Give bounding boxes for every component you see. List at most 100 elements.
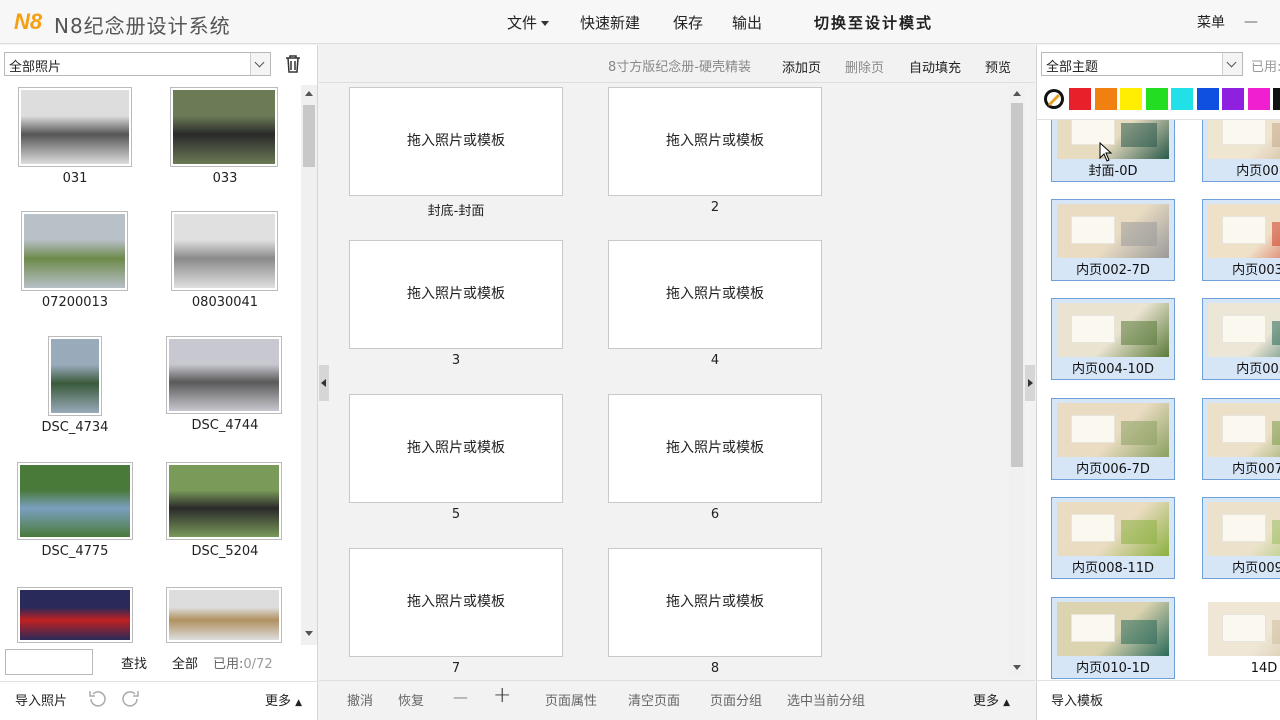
photo-item[interactable]: 031 bbox=[0, 87, 150, 207]
color-swatch[interactable] bbox=[1273, 88, 1280, 110]
left-more-button[interactable]: 更多 ▲ bbox=[265, 690, 302, 709]
page-scrollbar[interactable] bbox=[1009, 85, 1025, 677]
page-drop-zone[interactable]: 拖入照片或模板 bbox=[608, 240, 822, 349]
page-drop-zone[interactable]: 拖入照片或模板 bbox=[349, 87, 563, 196]
page-drop-zone[interactable]: 拖入照片或模板 bbox=[608, 394, 822, 503]
theme-filter-select[interactable]: 全部主题 bbox=[1041, 52, 1243, 76]
photo-item[interactable]: 07200013 bbox=[0, 211, 150, 331]
minimize-button[interactable]: — bbox=[1244, 14, 1258, 30]
scroll-down-icon[interactable] bbox=[1013, 665, 1021, 670]
photo-thumbnail[interactable] bbox=[171, 211, 278, 291]
chevron-down-icon[interactable] bbox=[1222, 53, 1242, 75]
collapse-right-handle[interactable] bbox=[1025, 365, 1035, 401]
center-more-button[interactable]: 更多 ▲ bbox=[973, 690, 1010, 709]
color-swatch[interactable] bbox=[1145, 88, 1168, 110]
chevron-down-icon[interactable] bbox=[250, 53, 270, 75]
photo-scrollbar[interactable] bbox=[301, 85, 317, 645]
template-item[interactable]: 内页006-7D bbox=[1051, 398, 1175, 480]
file-menu[interactable]: 文件 bbox=[507, 12, 550, 33]
template-item[interactable]: 14D bbox=[1202, 597, 1280, 679]
photo-thumbnail[interactable] bbox=[17, 587, 133, 643]
photo-thumbnail[interactable] bbox=[18, 87, 132, 167]
template-photo-slot bbox=[1272, 620, 1280, 644]
photo-thumbnail[interactable] bbox=[166, 336, 282, 414]
rotate-right-icon[interactable] bbox=[121, 689, 141, 709]
template-item[interactable]: 内页010-1D bbox=[1051, 597, 1175, 679]
template-preview bbox=[1208, 120, 1280, 159]
photo-filter-select[interactable]: 全部照片 bbox=[4, 52, 271, 76]
template-item[interactable]: 内页003-1 bbox=[1202, 199, 1280, 281]
color-swatch[interactable] bbox=[1222, 88, 1244, 110]
photo-search-input[interactable] bbox=[5, 649, 93, 675]
scrollbar-thumb[interactable] bbox=[1011, 103, 1023, 467]
photo-item[interactable]: DSC_4744 bbox=[150, 336, 300, 456]
delete-page-button[interactable]: 删除页 bbox=[845, 57, 884, 76]
save-menu[interactable]: 保存 bbox=[673, 12, 703, 33]
photo-thumbnail[interactable] bbox=[48, 336, 102, 416]
quick-new-menu[interactable]: 快速新建 bbox=[580, 12, 640, 33]
page-drop-zone[interactable]: 拖入照片或模板 bbox=[349, 240, 563, 349]
select-current-group-button[interactable]: 选中当前分组 bbox=[787, 690, 865, 709]
page-drop-zone[interactable]: 拖入照片或模板 bbox=[349, 394, 563, 503]
color-swatch[interactable] bbox=[1171, 88, 1193, 110]
auto-fill-button[interactable]: 自动填充 bbox=[909, 57, 961, 76]
zoom-out-button[interactable]: — bbox=[453, 688, 468, 706]
preview-button[interactable]: 预览 bbox=[985, 57, 1011, 76]
page-group-button[interactable]: 页面分组 bbox=[710, 690, 762, 709]
scroll-up-icon[interactable] bbox=[305, 91, 313, 96]
photo-item[interactable]: 033 bbox=[150, 87, 300, 207]
template-item[interactable]: 内页009-1 bbox=[1202, 497, 1280, 579]
page-drop-zone[interactable]: 拖入照片或模板 bbox=[349, 548, 563, 657]
trash-icon[interactable] bbox=[284, 54, 302, 74]
color-swatch[interactable] bbox=[1069, 88, 1091, 110]
switch-design-mode-button[interactable]: 切换至设计模式 bbox=[814, 12, 933, 33]
import-templates-button[interactable]: 导入模板 bbox=[1051, 690, 1103, 709]
rotate-left-icon[interactable] bbox=[87, 689, 107, 709]
photo-item[interactable]: DSC_4775 bbox=[0, 462, 150, 582]
color-swatch[interactable] bbox=[1094, 88, 1117, 110]
template-preview bbox=[1208, 502, 1280, 556]
photo-item[interactable]: 08030041 bbox=[150, 211, 300, 331]
template-item[interactable]: 内页007-1 bbox=[1202, 398, 1280, 480]
template-item[interactable]: 内页008-11D bbox=[1051, 497, 1175, 579]
template-item[interactable]: 内页005- bbox=[1202, 298, 1280, 380]
caret-up-icon: ▲ bbox=[1003, 698, 1011, 708]
photo-thumbnail[interactable] bbox=[166, 462, 282, 540]
page-properties-button[interactable]: 页面属性 bbox=[545, 690, 597, 709]
theme-filter-value: 全部主题 bbox=[1046, 60, 1099, 75]
color-swatch[interactable] bbox=[1196, 88, 1219, 110]
template-item[interactable]: 内页002-7D bbox=[1051, 199, 1175, 281]
photo-item[interactable]: DSC_5204 bbox=[150, 462, 300, 582]
photo-thumbnail[interactable] bbox=[166, 587, 282, 643]
main-menu-button[interactable]: 菜单 bbox=[1197, 12, 1225, 32]
redo-button[interactable]: 恢复 bbox=[398, 690, 424, 709]
color-swatch[interactable] bbox=[1247, 88, 1270, 110]
page-drop-zone[interactable]: 拖入照片或模板 bbox=[608, 548, 822, 657]
zoom-in-button[interactable]: + bbox=[493, 683, 511, 708]
photo-item[interactable] bbox=[150, 587, 300, 707]
color-swatch[interactable] bbox=[1120, 88, 1142, 110]
scrollbar-thumb[interactable] bbox=[303, 105, 315, 167]
show-all-button[interactable]: 全部 bbox=[172, 653, 198, 672]
export-menu[interactable]: 输出 bbox=[732, 12, 762, 33]
photo-thumbnail[interactable] bbox=[21, 211, 128, 291]
template-preview bbox=[1057, 502, 1169, 556]
scroll-up-icon[interactable] bbox=[1013, 91, 1021, 96]
import-photos-button[interactable]: 导入照片 bbox=[15, 690, 67, 709]
template-preview bbox=[1057, 204, 1169, 258]
add-page-button[interactable]: 添加页 bbox=[782, 57, 821, 76]
collapse-left-handle[interactable] bbox=[319, 365, 329, 401]
template-name: 内页005- bbox=[1236, 362, 1280, 377]
page-drop-zone[interactable]: 拖入照片或模板 bbox=[608, 87, 822, 196]
photo-thumbnail[interactable] bbox=[17, 462, 133, 540]
search-button[interactable]: 查找 bbox=[121, 653, 147, 672]
template-item[interactable]: 内页001- bbox=[1202, 120, 1280, 182]
scroll-down-icon[interactable] bbox=[305, 631, 313, 636]
color-picker-icon[interactable] bbox=[1043, 88, 1065, 110]
template-item[interactable]: 内页004-10D bbox=[1051, 298, 1175, 380]
undo-button[interactable]: 撤消 bbox=[347, 690, 373, 709]
photo-thumbnail[interactable] bbox=[170, 87, 278, 167]
template-item[interactable]: 封面-0D bbox=[1051, 120, 1175, 182]
clear-page-button[interactable]: 清空页面 bbox=[628, 690, 680, 709]
photo-item[interactable]: DSC_4734 bbox=[0, 336, 150, 456]
